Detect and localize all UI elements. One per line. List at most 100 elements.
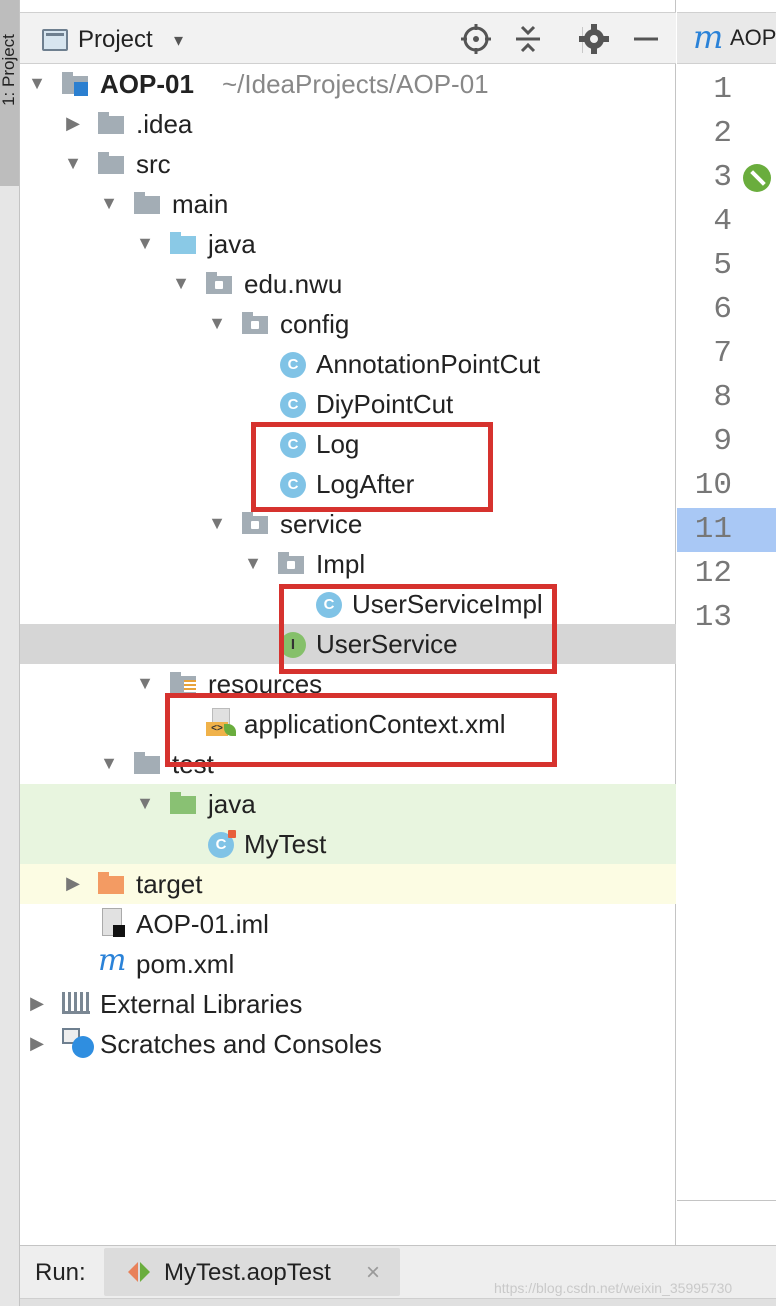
scratches-icon bbox=[62, 1028, 94, 1058]
line-number: 7 bbox=[713, 336, 732, 371]
tree-label: Scratches and Consoles bbox=[100, 1029, 382, 1059]
project-path: ~/IdeaProjects/AOP-01 bbox=[222, 69, 489, 99]
tree-label: java bbox=[208, 789, 256, 819]
close-icon[interactable]: × bbox=[366, 1258, 380, 1288]
tree-label: pom.xml bbox=[136, 949, 235, 979]
project-view-icon bbox=[42, 29, 68, 51]
package-icon bbox=[242, 512, 270, 536]
iml-file-icon bbox=[98, 908, 126, 937]
expand-arrow-icon[interactable]: ▼ bbox=[242, 552, 264, 574]
collapsed-arrow-icon[interactable]: ▶ bbox=[62, 112, 84, 134]
tree-row[interactable]: ▶ target bbox=[20, 864, 676, 904]
collapsed-arrow-icon[interactable]: ▶ bbox=[26, 1032, 48, 1054]
expand-arrow-icon[interactable]: ▼ bbox=[98, 752, 120, 774]
tree-row[interactable]: ▼ edu.nwu bbox=[20, 264, 676, 304]
expand-arrow-icon[interactable]: ▼ bbox=[134, 672, 156, 694]
highlight-frame-application-context bbox=[165, 693, 557, 767]
maven-icon: m bbox=[693, 18, 724, 56]
tree-label: config bbox=[280, 309, 350, 339]
tree-label: AOP-01 bbox=[100, 69, 194, 99]
library-icon bbox=[62, 992, 90, 1016]
highlight-frame-service-classes bbox=[279, 584, 557, 674]
tree-row[interactable]: C AnnotationPointCut bbox=[20, 344, 676, 384]
gear-icon[interactable] bbox=[576, 21, 612, 57]
chevron-down-icon[interactable]: ▾ bbox=[174, 25, 183, 55]
minimize-icon[interactable] bbox=[628, 21, 664, 57]
module-folder-icon bbox=[62, 72, 90, 96]
expand-arrow-icon[interactable]: ▼ bbox=[26, 72, 48, 94]
tree-label: Impl bbox=[316, 549, 366, 579]
run-config-tab[interactable]: MyTest.aopTest × bbox=[104, 1248, 400, 1296]
expand-arrow-icon[interactable]: ▼ bbox=[206, 312, 228, 334]
line-number: 9 bbox=[713, 424, 732, 459]
folder-icon bbox=[98, 152, 126, 176]
tree-label: .idea bbox=[136, 109, 193, 139]
tree-label: AnnotationPointCut bbox=[316, 349, 541, 379]
tree-row[interactable]: ▼ src bbox=[20, 144, 676, 184]
tree-row[interactable]: C MyTest bbox=[20, 824, 676, 864]
maven-icon: m bbox=[98, 943, 127, 978]
package-icon bbox=[206, 272, 234, 296]
tree-label: target bbox=[136, 869, 203, 899]
tree-row[interactable]: ▼ main bbox=[20, 184, 676, 224]
tree-row[interactable]: AOP-01.iml bbox=[20, 904, 676, 944]
project-view-selector[interactable]: Project bbox=[78, 25, 153, 55]
line-number: 6 bbox=[713, 292, 732, 327]
tree-label: External Libraries bbox=[100, 989, 303, 1019]
spring-bean-gutter-icon[interactable] bbox=[743, 164, 771, 192]
project-tool-window-label: 1: Project bbox=[0, 34, 18, 106]
run-label: Run: bbox=[35, 1259, 86, 1286]
expand-arrow-icon[interactable]: ▼ bbox=[206, 512, 228, 534]
tree-label: src bbox=[136, 149, 171, 179]
collapsed-arrow-icon[interactable]: ▶ bbox=[62, 872, 84, 894]
left-tool-strip: 1: Project bbox=[0, 0, 20, 1306]
test-folder-icon bbox=[170, 792, 198, 816]
expand-arrow-icon[interactable]: ▼ bbox=[134, 232, 156, 254]
expand-arrow-icon[interactable]: ▼ bbox=[170, 272, 192, 294]
tree-row[interactable]: ▼ Impl bbox=[20, 544, 676, 584]
excluded-folder-icon bbox=[98, 872, 126, 896]
project-tool-window-tab[interactable]: 1: Project bbox=[0, 0, 19, 186]
tree-row[interactable]: C DiyPointCut bbox=[20, 384, 676, 424]
line-number: 8 bbox=[713, 380, 732, 415]
tree-label: main bbox=[172, 189, 229, 219]
tree-label: MyTest bbox=[244, 829, 327, 859]
line-number: 5 bbox=[713, 248, 732, 283]
run-toolbar-strip bbox=[20, 1298, 776, 1306]
tree-row[interactable]: ▶ .idea bbox=[20, 104, 676, 144]
highlight-frame-log-classes bbox=[251, 422, 493, 512]
line-number: 4 bbox=[713, 204, 732, 239]
project-panel-header: Project ▾ bbox=[20, 12, 676, 64]
editor-tab-label: AOP bbox=[730, 25, 776, 50]
tree-row[interactable]: ▼ java bbox=[20, 784, 676, 824]
tree-row-project-root[interactable]: ▼ AOP-01 ~/IdeaProjects/AOP-01 bbox=[20, 64, 676, 104]
test-class-icon: C bbox=[206, 830, 236, 858]
crosshair-icon[interactable] bbox=[458, 21, 494, 57]
editor-status-area bbox=[677, 1200, 776, 1245]
run-tool-window-bar: Run: MyTest.aopTest × https://blog.csdn.… bbox=[20, 1245, 776, 1306]
tree-label: DiyPointCut bbox=[316, 389, 454, 419]
editor-tab[interactable]: m AOP bbox=[677, 12, 776, 64]
collapse-all-icon[interactable] bbox=[510, 21, 546, 57]
expand-arrow-icon[interactable]: ▼ bbox=[62, 152, 84, 174]
line-number: 3 bbox=[713, 160, 732, 195]
line-number: 13 bbox=[694, 600, 732, 635]
expand-arrow-icon[interactable]: ▼ bbox=[134, 792, 156, 814]
expand-arrow-icon[interactable]: ▼ bbox=[98, 192, 120, 214]
collapsed-arrow-icon[interactable]: ▶ bbox=[26, 992, 48, 1014]
tree-label: AOP-01.iml bbox=[136, 909, 269, 939]
line-number: 2 bbox=[713, 116, 732, 151]
tree-row[interactable]: ▶ Scratches and Consoles bbox=[20, 1024, 676, 1064]
tree-row[interactable]: ▼ java bbox=[20, 224, 676, 264]
tree-row[interactable]: ▶ External Libraries bbox=[20, 984, 676, 1024]
editor-gutter: 1 2 3 4 5 6 7 8 9 10 11 12 13 bbox=[677, 64, 776, 1199]
line-number: 1 bbox=[713, 72, 732, 107]
tree-label: edu.nwu bbox=[244, 269, 343, 299]
class-icon: C bbox=[278, 352, 306, 378]
tree-label: java bbox=[208, 229, 256, 259]
tree-label: service bbox=[280, 509, 363, 539]
run-config-tab-label: MyTest.aopTest bbox=[164, 1259, 331, 1286]
package-icon bbox=[278, 552, 306, 576]
tree-row[interactable]: m pom.xml bbox=[20, 944, 676, 984]
tree-row[interactable]: ▼ config bbox=[20, 304, 676, 344]
